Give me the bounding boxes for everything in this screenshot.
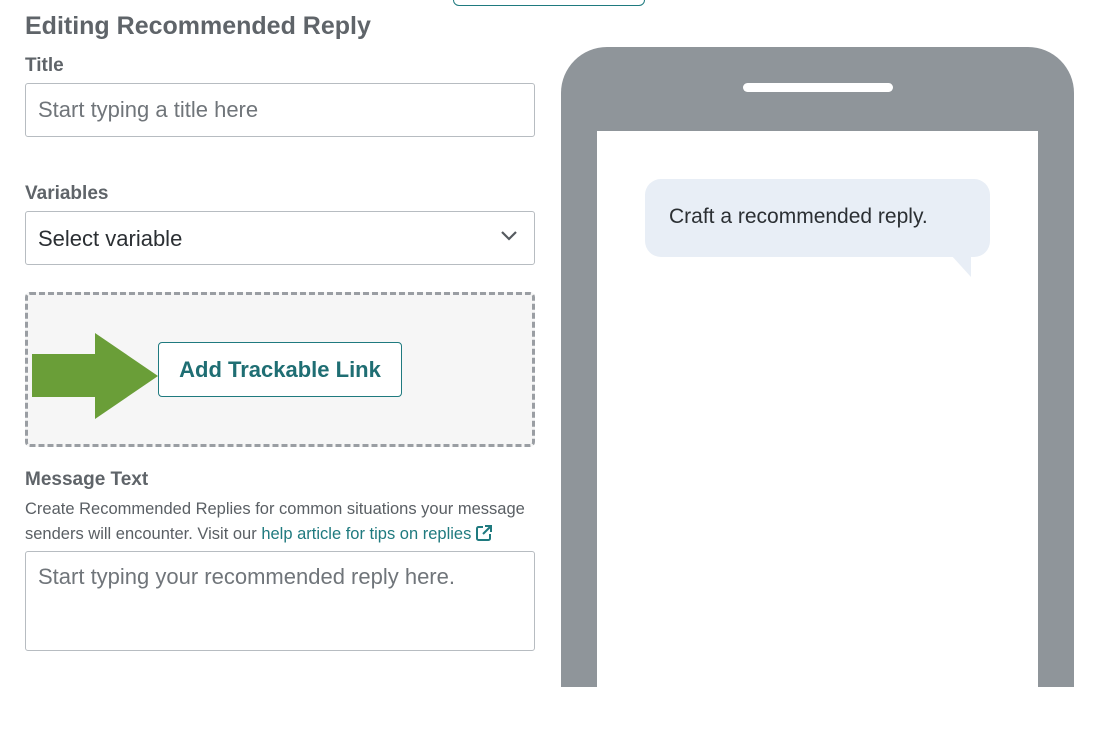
- phone-speaker: [743, 83, 893, 92]
- message-text-label: Message Text: [25, 469, 149, 490]
- external-link-icon: [476, 525, 493, 541]
- help-article-link[interactable]: help article for tips on replies: [261, 525, 493, 543]
- variable-select-value: Select variable: [38, 226, 183, 251]
- page-title: Editing Recommended Reply: [25, 12, 371, 40]
- title-input[interactable]: [25, 83, 535, 137]
- message-bubble: Craft a recommended reply.: [645, 179, 990, 257]
- green-arrow-icon: [32, 333, 158, 419]
- message-help-text: Create Recommended Replies for common si…: [25, 497, 545, 547]
- chevron-down-icon: [501, 231, 517, 241]
- message-textarea[interactable]: [25, 551, 535, 651]
- variable-select[interactable]: Select variable: [25, 211, 535, 265]
- phone-preview: Craft a recommended reply.: [561, 47, 1074, 731]
- top-button-partial[interactable]: [453, 0, 645, 6]
- title-label: Title: [25, 55, 64, 76]
- message-bubble-tail: [951, 255, 971, 277]
- variables-label: Variables: [25, 183, 109, 204]
- add-trackable-link-button[interactable]: Add Trackable Link: [158, 342, 402, 397]
- help-article-link-label: help article for tips on replies: [261, 525, 472, 543]
- phone-screen: Craft a recommended reply.: [597, 131, 1038, 731]
